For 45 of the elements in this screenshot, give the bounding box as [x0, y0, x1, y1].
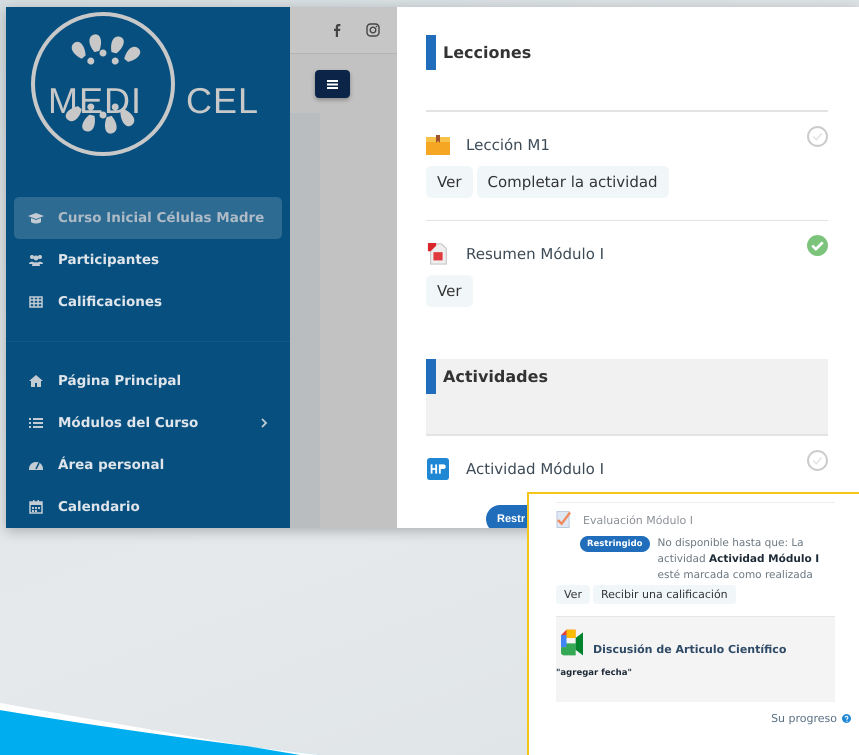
logo-emblem-icon [30, 11, 176, 157]
nav-item[interactable]: Calificaciones [14, 281, 282, 323]
calendar-icon [28, 499, 44, 515]
table-icon [28, 294, 44, 310]
nav-item[interactable]: Módulos del Curso [14, 402, 282, 444]
restricted-badge[interactable]: Restr [486, 505, 527, 528]
incomplete-check-icon[interactable] [807, 126, 828, 147]
availability-note: No disponible hasta que: La actividad Actividad Módulo I esté marcada como realizada [658, 536, 820, 583]
logo-text: CEL [186, 83, 260, 119]
activity-button[interactable]: Recibir una calificación [592, 585, 736, 604]
video-call-icon [561, 629, 583, 656]
incomplete-check-icon[interactable] [807, 450, 828, 471]
activity-title[interactable]: Discusión de Articulo Científico [593, 643, 786, 656]
help-icon[interactable] [842, 714, 851, 723]
package-icon [426, 134, 450, 156]
h5p-icon [426, 458, 450, 480]
logo-text: MEDI [48, 83, 142, 119]
activity-title[interactable]: Resumen Módulo I [466, 245, 604, 263]
nav-item[interactable]: Calendario [14, 486, 282, 528]
section-title: Actividades [443, 367, 548, 386]
section-marker [426, 359, 436, 394]
nav-item[interactable]: Participantes [14, 239, 282, 281]
activity-title[interactable]: Lección M1 [466, 136, 550, 154]
home-icon [28, 373, 44, 389]
menu-button[interactable] [315, 70, 350, 98]
activity-button[interactable]: Ver [426, 275, 472, 307]
instagram-icon[interactable] [366, 23, 380, 37]
section-marker [426, 35, 436, 70]
progress-label: Su progreso [771, 712, 837, 725]
nav-item[interactable]: Área personal [14, 444, 282, 486]
graduation-cap-icon [28, 210, 44, 226]
chevron-right-icon [260, 418, 268, 428]
section-title: Lecciones [443, 43, 532, 62]
activity-note: "agregar fecha" [556, 668, 633, 678]
activity-button[interactable]: Ver [426, 166, 472, 198]
menu-icon [327, 80, 338, 88]
activity-button[interactable]: Ver [556, 585, 590, 604]
list-icon [28, 415, 44, 431]
restricted-badge: Restringido [580, 536, 650, 552]
nav-item[interactable]: Página Principal [14, 360, 282, 402]
activity-title[interactable]: Actividad Módulo I [466, 460, 604, 478]
activity-button[interactable]: Completar la actividad [476, 166, 669, 198]
checked-document-icon [556, 511, 571, 529]
completed-check-icon[interactable] [807, 235, 828, 256]
users-icon [28, 252, 44, 268]
